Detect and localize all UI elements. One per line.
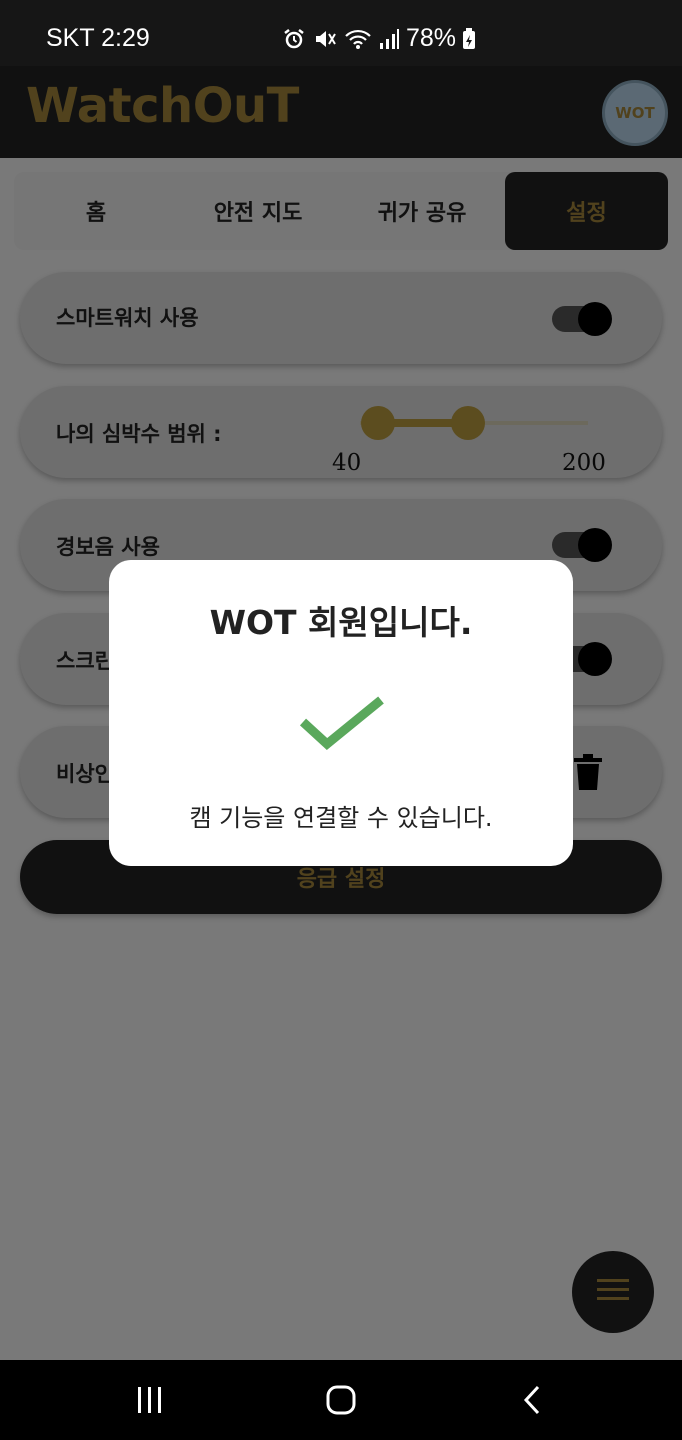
- wifi-icon: [344, 27, 372, 51]
- dialog-message: 캠 기능을 연결할 수 있습니다.: [189, 804, 493, 832]
- dialog-title: WOT 회원입니다.: [209, 603, 473, 642]
- status-bar: SKT 2:29 78%: [0, 0, 682, 66]
- battery-percent: 78%: [406, 24, 457, 52]
- signal-icon: [378, 27, 400, 51]
- system-nav-bar: [0, 1360, 682, 1440]
- back-icon[interactable]: [492, 1360, 572, 1440]
- alarm-icon: [282, 27, 306, 51]
- status-carrier-time: SKT 2:29: [46, 24, 150, 52]
- vibrate-mute-icon: [312, 27, 338, 51]
- battery-charging-icon: [462, 27, 476, 51]
- check-icon: [299, 694, 385, 754]
- recent-apps-icon[interactable]: [110, 1360, 190, 1440]
- home-icon[interactable]: [301, 1360, 381, 1440]
- member-dialog: WOT 회원입니다. 캠 기능을 연결할 수 있습니다.: [109, 560, 573, 866]
- status-icons: 78%: [282, 24, 476, 53]
